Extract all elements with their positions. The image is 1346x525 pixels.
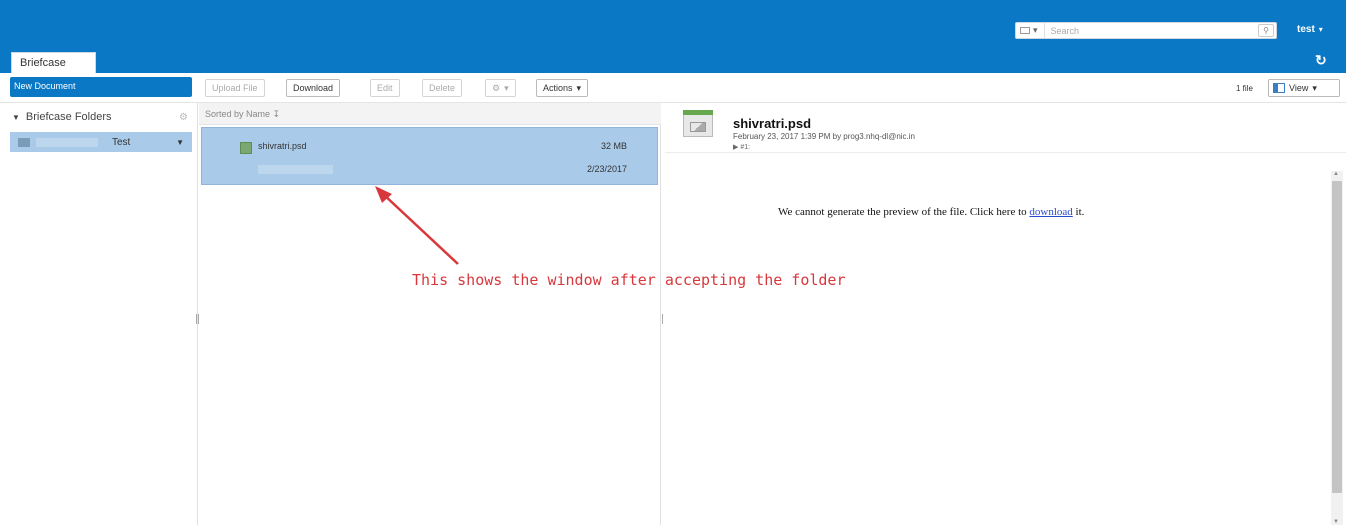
file-count: 1 file [1236,84,1253,93]
sort-header[interactable]: Sorted by Name ↧ [199,103,661,125]
chevron-down-icon: ▾ [1033,25,1038,35]
gear-icon[interactable]: ⚙ [179,112,188,123]
view-label: View [1289,83,1309,93]
delete-button[interactable]: Delete [422,79,463,97]
blurred-owner [258,165,333,174]
delete-label: Delete [429,83,456,93]
chevron-down-icon: ▾ [1312,82,1317,93]
tab-label: Briefcase [20,57,66,69]
top-bar: ▾ Search ⚲ test ▾ Briefcase ↻ [0,0,1346,73]
annotation-text: This shows the window after accepting th… [412,271,846,289]
search-icon[interactable]: ⚲ [1258,24,1274,37]
chevron-down-icon: ▾ [1318,25,1323,34]
download-link[interactable]: download [1029,206,1072,218]
psd-file-icon [240,142,252,154]
actions-button[interactable]: Actions ▾ [536,79,589,97]
chevron-down-icon[interactable]: ▼ [176,138,184,147]
preview-message: We cannot generate the preview of the fi… [778,206,1084,218]
sort-icon: ↧ [272,109,281,119]
download-button[interactable]: Download [286,79,341,97]
blurred-owner [36,137,98,147]
new-document-button[interactable]: New Document [10,77,192,97]
shared-folder-icon [18,137,30,147]
tag-menu-button[interactable]: ⚙ ▾ [485,79,516,97]
image-file-icon [683,110,713,137]
sidebar-item-test-folder[interactable]: Test ▼ [10,132,192,152]
tab-briefcase[interactable]: Briefcase [11,52,96,73]
scroll-up-icon[interactable]: ▲ [1333,171,1339,177]
upload-file-button[interactable]: Upload File [205,79,265,97]
sort-label: Sorted by Name [205,109,271,119]
file-date: 2/23/2017 [586,164,627,174]
edit-button[interactable]: Edit [370,79,400,97]
search-type-icon [1020,27,1030,34]
scroll-thumb[interactable] [1332,181,1342,493]
view-button[interactable]: View ▾ [1268,79,1340,97]
preview-message-end: it. [1072,206,1085,218]
scroll-down-icon[interactable]: ▼ [1333,519,1339,525]
search-type-dropdown[interactable]: ▾ [1016,23,1045,38]
preview-scrollbar[interactable]: ▲ ▼ [1331,171,1343,525]
upload-file-label: Upload File [212,83,258,93]
preview-meta: February 23, 2017 1:39 PM by prog3.nhq-d… [733,132,916,141]
preview-tags[interactable]: ▶ #1: [733,143,750,151]
list-item[interactable]: shivratri.psd 32 MB 2/23/2017 [201,127,658,185]
file-name: shivratri.psd [258,141,307,151]
file-list-pane: Sorted by Name ↧ shivratri.psd 32 MB 2/2… [199,103,661,525]
user-menu[interactable]: test ▾ [1297,24,1323,35]
search-box[interactable]: ▾ Search ⚲ [1015,22,1277,39]
file-size: 32 MB [600,141,627,151]
preview-message-text: We cannot generate the preview of the fi… [778,206,1030,218]
download-label: Download [293,83,334,93]
actions-label: Actions [543,83,573,93]
preview-header: shivratri.psd February 23, 2017 1:39 PM … [665,103,1346,153]
search-input[interactable]: Search [1045,26,1258,36]
preview-pane: shivratri.psd February 23, 2017 1:39 PM … [665,103,1346,525]
sidebar: ▼ Briefcase Folders ⚙ Test ▼ [0,103,198,525]
preview-title: shivratri.psd [733,116,812,131]
user-name: test [1297,24,1315,35]
tag-icon: ⚙ [492,82,501,93]
briefcase-folders-header[interactable]: ▼ Briefcase Folders ⚙ [12,111,188,123]
chevron-down-icon: ▾ [576,82,582,93]
refresh-icon[interactable]: ↻ [1315,52,1327,69]
briefcase-folders-label: Briefcase Folders [25,111,112,123]
edit-label: Edit [377,83,393,93]
collapse-arrow-icon[interactable]: ▼ [12,113,20,122]
view-icon [1273,83,1285,93]
chevron-down-icon: ▾ [504,82,509,93]
folder-label: Test [112,136,131,148]
toolbar: New Document Upload File Download Edit D… [0,73,1346,103]
